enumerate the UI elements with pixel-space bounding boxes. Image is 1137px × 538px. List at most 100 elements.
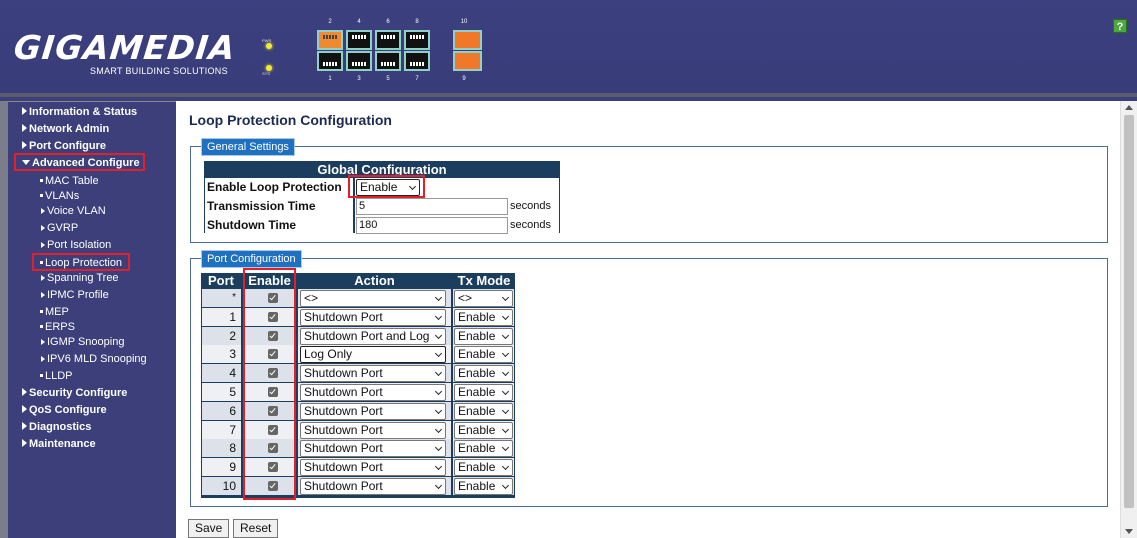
save-button[interactable]: Save [188, 519, 230, 538]
tx-mode-select[interactable]: Enable [454, 308, 513, 326]
action-select[interactable]: Log Only [300, 346, 446, 364]
sidebar-item-gvrp[interactable]: GVRP [41, 222, 78, 234]
caret-right-icon [22, 439, 27, 447]
sidebar-item-mep[interactable]: MEP [40, 306, 69, 318]
action-select[interactable]: Shutdown Port [300, 440, 446, 458]
port-number-top: 8 [415, 19, 419, 25]
sidebar-item-label: Port Isolation [47, 239, 112, 251]
sfp-port-icon[interactable] [453, 51, 482, 71]
chevron-down-icon [501, 463, 510, 471]
shutdown-time-input[interactable]: 180 [356, 217, 508, 234]
sidebar-item-security-configure[interactable]: Security Configure [22, 387, 127, 399]
caret-right-icon [22, 141, 27, 149]
help-icon[interactable]: ? [1113, 19, 1127, 33]
port-number-top: 6 [386, 19, 390, 25]
bullet-square-icon [40, 310, 43, 313]
action-select[interactable]: Shutdown Port [300, 384, 446, 401]
tx-mode-select-value: Enable [458, 479, 496, 493]
sfp-port-icon[interactable] [453, 30, 482, 50]
action-select[interactable]: Shutdown Port [300, 308, 446, 326]
tx-mode-cell: Enable [453, 326, 514, 345]
port-pins [323, 62, 337, 66]
sidebar-item-label: MAC Table [45, 175, 99, 187]
ethernet-port-icon[interactable] [404, 30, 430, 50]
ethernet-port-icon[interactable] [346, 30, 372, 50]
action-cell: Shutdown Port [298, 307, 451, 326]
sidebar-item-erps[interactable]: ERPS [40, 321, 75, 333]
scroll-down-arrow-icon[interactable] [1125, 529, 1133, 534]
ethernet-port-icon[interactable] [346, 51, 372, 71]
sidebar-item-ipmc-profile[interactable]: IPMC Profile [41, 289, 109, 301]
action-select-value: Shutdown Port [304, 460, 383, 475]
header-bar: GIGAMEDIA SMART BUILDING SOLUTIONS PWR S… [0, 0, 1137, 97]
highlight-enable-select [348, 175, 425, 198]
sidebar-item-label: Diagnostics [29, 421, 92, 433]
chevron-down-icon [501, 350, 510, 358]
scroll-up-arrow-icon[interactable] [1125, 105, 1133, 110]
tx-mode-select[interactable]: Enable [454, 440, 513, 458]
action-select[interactable]: Shutdown Port [300, 459, 446, 477]
sidebar-item-ipv6-mld-snooping[interactable]: IPV6 MLD Snooping [41, 353, 147, 365]
tx-mode-select[interactable]: Enable [454, 478, 513, 495]
port-number-cell: 3 [202, 345, 241, 364]
logo-text: GIGAMEDIA [12, 28, 238, 67]
port-pins [323, 35, 337, 39]
sidebar-item-mac-table[interactable]: MAC Table [40, 175, 99, 187]
tx-mode-cell: Enable [453, 307, 514, 326]
sidebar-item-port-isolation[interactable]: Port Isolation [41, 239, 111, 251]
tx-mode-cell: Enable [453, 477, 514, 495]
tx-mode-select[interactable]: Enable [454, 365, 513, 383]
scrollbar-thumb[interactable] [1124, 115, 1134, 508]
sidebar-item-information-status[interactable]: Information & Status [22, 106, 137, 118]
ethernet-port-icon[interactable] [375, 51, 401, 71]
sidebar-item-spanning-tree[interactable]: Spanning Tree [41, 272, 119, 284]
tx-mode-select[interactable]: Enable [454, 402, 513, 420]
tx-mode-select[interactable]: <> [454, 290, 513, 307]
sidebar-item-lldp[interactable]: LLDP [40, 370, 73, 382]
ethernet-port-icon[interactable] [375, 30, 401, 50]
tx-mode-select[interactable]: Enable [454, 346, 513, 364]
action-select[interactable]: Shutdown Port [300, 402, 446, 420]
chevron-down-icon [434, 369, 443, 377]
sidebar-item-igmp-snooping[interactable]: IGMP Snooping [41, 336, 124, 348]
tx-mode-select-value: Enable [458, 403, 496, 418]
chevron-down-icon [434, 350, 443, 358]
tx-mode-select[interactable]: Enable [454, 384, 513, 401]
sidebar-item-label: IGMP Snooping [47, 336, 125, 348]
sidebar-item-voice-vlan[interactable]: Voice VLAN [41, 205, 106, 217]
action-cell: Shutdown Port [298, 364, 451, 383]
sidebar-item-label: Port Configure [29, 140, 106, 152]
action-select[interactable]: <> [300, 290, 446, 307]
ethernet-port-icon[interactable] [404, 51, 430, 71]
action-select[interactable]: Shutdown Port [300, 365, 446, 383]
action-select[interactable]: Shutdown Port [300, 421, 446, 439]
port-number-cell: 6 [202, 401, 241, 420]
ethernet-port-icon[interactable] [317, 30, 343, 50]
ethernet-port-icon[interactable] [317, 51, 343, 71]
transmission-time-input[interactable]: 5 [356, 198, 508, 215]
sidebar-item-label: Network Admin [29, 123, 110, 135]
chevron-down-icon [434, 312, 443, 320]
sidebar-item-label: IPMC Profile [47, 289, 109, 301]
sidebar-item-vlans[interactable]: VLANs [40, 190, 79, 202]
sidebar-item-diagnostics[interactable]: Diagnostics [22, 421, 91, 433]
action-select[interactable]: Shutdown Port and Log [300, 327, 446, 345]
sidebar-item-port-configure[interactable]: Port Configure [22, 140, 106, 152]
action-select[interactable]: Shutdown Port [300, 478, 446, 495]
tx-mode-select[interactable]: Enable [454, 459, 513, 477]
caret-right-icon [41, 275, 45, 281]
action-select-value: <> [304, 291, 319, 305]
sidebar-item-qos-configure[interactable]: QoS Configure [22, 404, 107, 416]
action-select-value: Shutdown Port [304, 366, 383, 381]
sidebar-item-label: LLDP [45, 370, 73, 382]
sidebar-item-network-admin[interactable]: Network Admin [22, 123, 109, 135]
reset-button[interactable]: Reset [233, 519, 279, 538]
sidebar-item-maintenance[interactable]: Maintenance [22, 438, 96, 450]
pwr-led-icon [266, 43, 272, 49]
vertical-scrollbar[interactable] [1120, 101, 1137, 538]
tx-mode-select-value: Enable [458, 328, 496, 343]
action-cell: Shutdown Port [298, 401, 451, 420]
caret-right-icon [22, 388, 27, 396]
tx-mode-select[interactable]: Enable [454, 327, 513, 345]
tx-mode-select[interactable]: Enable [454, 421, 513, 439]
